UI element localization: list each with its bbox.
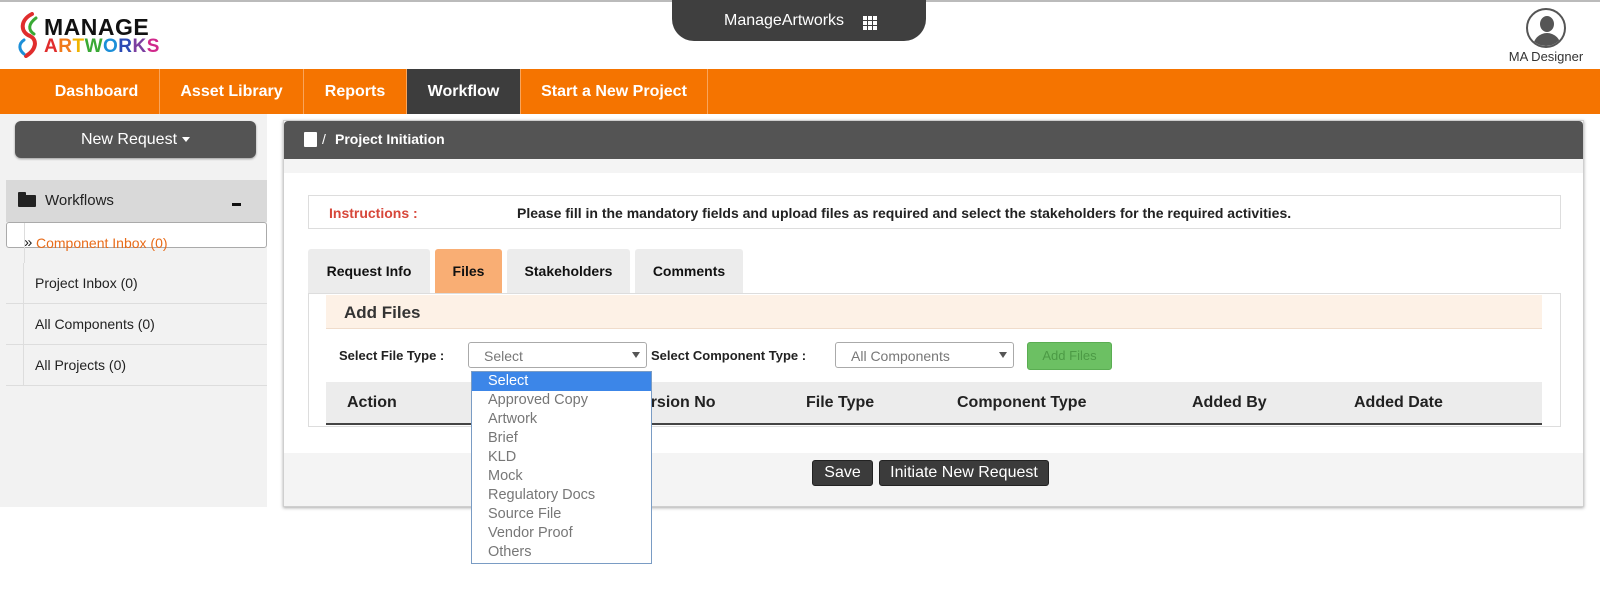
sidebar-item-label: Project Inbox (0) <box>35 275 138 291</box>
logo-letter: K <box>132 36 147 57</box>
collapse-icon[interactable] <box>232 203 241 206</box>
breadcrumb-separator: / <box>322 131 326 147</box>
user-menu[interactable]: MA Designer <box>1498 8 1588 66</box>
apps-grid-icon[interactable] <box>863 16 877 30</box>
file-type-option[interactable]: Others <box>472 543 651 562</box>
file-type-option[interactable]: Approved Copy <box>472 391 651 410</box>
initiate-new-request-button[interactable]: Initiate New Request <box>879 460 1049 486</box>
app-switcher-bar[interactable]: ManageArtworks <box>672 0 926 41</box>
component-type-value: All Components <box>851 348 950 364</box>
panel-header: / Project Initiation <box>284 121 1583 159</box>
book-icon <box>304 132 317 147</box>
column-header[interactable]: Component Type <box>957 394 1086 412</box>
workflows-header[interactable]: Workflows <box>6 180 267 222</box>
instructions-box: Instructions : Please fill in the mandat… <box>308 195 1561 229</box>
user-name: MA Designer <box>1508 49 1584 64</box>
logo-letter: W <box>84 36 104 57</box>
logo-swirl-icon <box>18 12 38 58</box>
file-type-select[interactable]: Select <box>468 342 647 368</box>
dropdown-arrow-icon <box>999 352 1007 358</box>
sidebar-item-project-inbox[interactable]: Project Inbox (0) <box>6 263 267 304</box>
tab-files[interactable]: Files <box>435 249 502 294</box>
sidebar-item-label: All Projects (0) <box>35 357 127 373</box>
tab-request-info[interactable]: Request Info <box>308 249 430 294</box>
instructions-label: Instructions : <box>329 205 418 221</box>
logo-letter: S <box>146 36 160 57</box>
save-button[interactable]: Save <box>812 460 873 486</box>
sidebar-item-component-inbox[interactable]: » Component Inbox (0) <box>6 222 267 263</box>
file-type-dropdown-list: Select Approved Copy Artwork Brief KLD Mock Re… <box>471 371 652 564</box>
file-type-option[interactable]: Artwork <box>472 410 651 429</box>
logo-text-artworks: ARTWORKS <box>44 36 160 58</box>
file-type-option[interactable]: Regulatory Docs <box>472 486 651 505</box>
add-files-header: Add Files <box>326 295 1542 329</box>
caret-down-icon <box>182 137 191 142</box>
file-type-value: Select <box>484 348 523 364</box>
file-type-option[interactable]: Brief <box>472 429 651 448</box>
component-type-select[interactable]: All Components <box>835 342 1014 368</box>
add-files-button[interactable]: Add Files <box>1027 342 1112 370</box>
manageartworks-logo[interactable]: MANAGE ARTWORKS <box>16 12 159 60</box>
file-type-option[interactable]: Select <box>472 372 651 391</box>
column-header[interactable]: Added Date <box>1354 394 1443 412</box>
main-nav: Dashboard Asset Library Reports Workflow… <box>0 69 1600 114</box>
tab-stakeholders[interactable]: Stakeholders <box>507 249 630 294</box>
sidebar-item-all-components[interactable]: All Components (0) <box>6 304 267 345</box>
folder-open-icon <box>18 192 36 207</box>
sidebar-item-label: Component Inbox (0) <box>36 235 168 251</box>
logo-letter: R <box>58 36 73 57</box>
sidebar: New Request Workflows » Component Inbox … <box>0 114 267 507</box>
user-avatar-icon[interactable] <box>1526 8 1566 48</box>
nav-start-new-project[interactable]: Start a New Project <box>521 69 708 114</box>
column-header[interactable]: File Type <box>806 394 874 412</box>
nav-workflow[interactable]: Workflow <box>407 69 521 114</box>
file-type-option[interactable]: Vendor Proof <box>472 524 651 543</box>
dropdown-arrow-icon <box>632 352 640 358</box>
logo-letter: R <box>118 36 133 57</box>
column-header[interactable]: Action <box>347 394 397 412</box>
page-title: Project Initiation <box>335 131 445 147</box>
nav-dashboard[interactable]: Dashboard <box>34 69 160 114</box>
workflows-label: Workflows <box>45 192 114 209</box>
nav-asset-library[interactable]: Asset Library <box>160 69 304 114</box>
tab-comments[interactable]: Comments <box>635 249 743 294</box>
nav-reports[interactable]: Reports <box>304 69 407 114</box>
sidebar-item-all-projects[interactable]: All Projects (0) <box>6 345 267 386</box>
column-header[interactable]: Added By <box>1192 394 1267 412</box>
file-type-option[interactable]: Mock <box>472 467 651 486</box>
file-type-label: Select File Type : <box>339 348 445 363</box>
sidebar-item-label: All Components (0) <box>35 316 155 332</box>
file-type-option[interactable]: KLD <box>472 448 651 467</box>
logo-letter: T <box>72 36 85 57</box>
component-type-label: Select Component Type : <box>651 348 807 363</box>
logo-letter: A <box>44 36 59 57</box>
instructions-text: Please fill in the mandatory fields and … <box>517 205 1292 221</box>
file-type-option[interactable]: Source File <box>472 505 651 524</box>
app-title: ManageArtworks <box>724 12 845 29</box>
add-files-title: Add Files <box>344 303 421 322</box>
new-request-label: New Request <box>80 131 178 148</box>
logo-letter: O <box>103 36 119 57</box>
new-request-button[interactable]: New Request <box>15 121 256 158</box>
